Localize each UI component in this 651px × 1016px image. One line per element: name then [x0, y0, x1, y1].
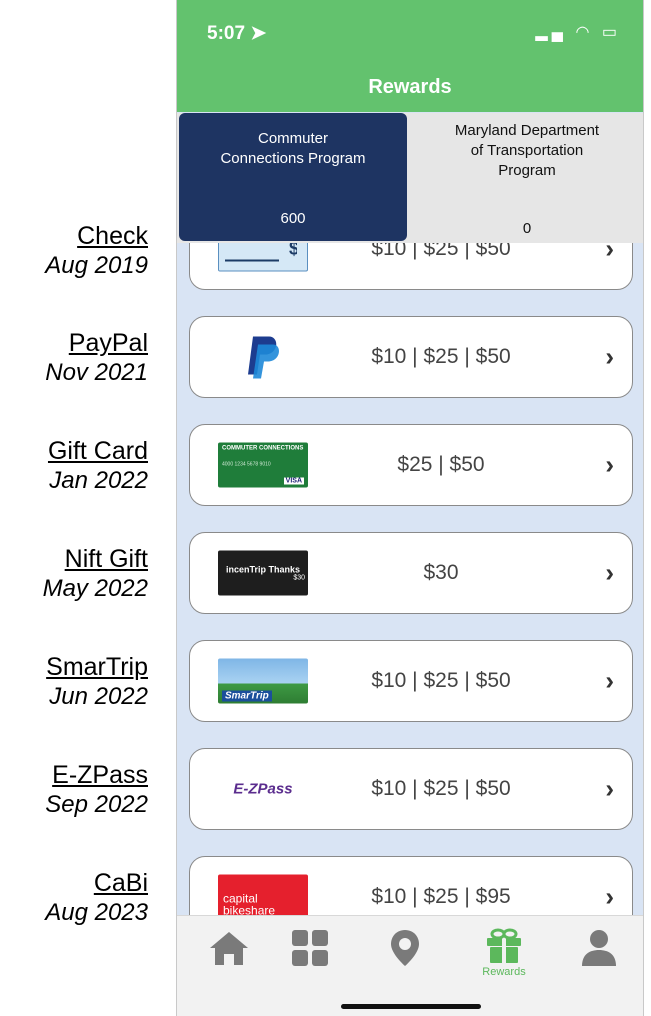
- reward-card-nift-gift[interactable]: incenTrip Thanks $30 $30 ›: [189, 532, 633, 614]
- phone-screen: 5:07 ➤ ▂▄ ◠ ▭ Rewards $ $10 | $25 | $50 …: [176, 0, 644, 1016]
- annotation-nift-gift: Nift Gift May 2022: [43, 544, 148, 604]
- status-time: 5:07 ➤: [207, 22, 266, 45]
- annotation-name[interactable]: PayPal: [45, 328, 148, 358]
- smartrip-card-text: SmarTrip: [222, 690, 272, 702]
- capital-bikeshare-icon: capital bikeshare: [218, 874, 308, 920]
- annotation-date: Jun 2022: [49, 683, 148, 710]
- gift-card-number: 4000 1234 5678 9010: [222, 461, 271, 468]
- chevron-right-icon[interactable]: ›: [605, 450, 614, 481]
- annotation-smartrip: SmarTrip Jun 2022: [46, 652, 148, 712]
- tab-label: Maryland Department of Transportation Pr…: [454, 122, 600, 179]
- annotation-name[interactable]: Gift Card: [48, 436, 148, 466]
- home-indicator[interactable]: [341, 1004, 481, 1009]
- reward-card-gift-card[interactable]: COMMUTER CONNECTIONS 4000 1234 5678 9010…: [189, 424, 633, 506]
- annotation-date: Aug 2019: [45, 252, 148, 279]
- annotation-date: Aug 2023: [45, 899, 148, 926]
- annotation-name[interactable]: SmarTrip: [46, 652, 148, 682]
- program-tabs: Commuter Connections Program 600 Marylan…: [177, 113, 643, 243]
- smartrip-icon: SmarTrip: [218, 658, 308, 704]
- reward-amounts: $25 | $50: [397, 453, 485, 476]
- annotation-ezpass: E-ZPass Sep 2022: [45, 760, 148, 820]
- status-bar: 5:07 ➤ ▂▄ ◠ ▭: [177, 0, 643, 70]
- chevron-right-icon[interactable]: ›: [605, 774, 614, 805]
- ezpass-logo-text: E-ZPass: [233, 780, 293, 798]
- annotation-paypal: PayPal Nov 2021: [45, 328, 148, 388]
- chevron-right-icon[interactable]: ›: [605, 342, 614, 373]
- tab-commuter-connections[interactable]: Commuter Connections Program 600: [179, 113, 407, 241]
- battery-icon: ▭: [601, 24, 621, 41]
- bikeshare-logo-text: capital bikeshare: [223, 891, 276, 918]
- reward-card-ezpass[interactable]: E-ZPass $10 | $25 | $50 ›: [189, 748, 633, 830]
- home-icon: [210, 932, 248, 965]
- page-title: Rewards: [368, 76, 452, 98]
- gift-icon: [487, 928, 521, 963]
- annotation-gift-card: Gift Card Jan 2022: [48, 436, 148, 496]
- chevron-right-icon[interactable]: ›: [605, 666, 614, 697]
- gift-card-text: COMMUTER CONNECTIONS: [222, 445, 304, 452]
- annotation-date: May 2022: [42, 575, 148, 602]
- dashboard-icon: [292, 930, 328, 966]
- chevron-right-icon[interactable]: ›: [605, 882, 614, 913]
- annotation-name[interactable]: Nift Gift: [43, 544, 148, 574]
- visa-icon: VISA: [283, 477, 304, 485]
- reward-amounts: $30: [423, 561, 459, 584]
- wifi-icon: ◠: [575, 24, 594, 41]
- reward-amounts: $10 | $25 | $50: [371, 777, 511, 800]
- annotation-name[interactable]: E-ZPass: [45, 760, 148, 790]
- signal-icon: ▂▄: [535, 24, 567, 41]
- nift-card-text: incenTrip Thanks: [225, 564, 301, 575]
- tab-rewards-label: Rewards: [482, 966, 526, 978]
- status-time-text: 5:07: [207, 23, 246, 44]
- nift-card-value: $30: [293, 574, 305, 582]
- reward-card-smartrip[interactable]: SmarTrip $10 | $25 | $50 ›: [189, 640, 633, 722]
- annotation-date: Nov 2021: [45, 359, 148, 386]
- tab-map[interactable]: [375, 928, 435, 968]
- gift-card-icon: COMMUTER CONNECTIONS 4000 1234 5678 9010…: [218, 442, 308, 488]
- tab-profile[interactable]: [569, 928, 629, 968]
- paypal-icon: [218, 335, 308, 380]
- annotation-name[interactable]: Check: [45, 221, 148, 251]
- reward-amounts: $10 | $25 | $50: [371, 669, 511, 692]
- status-icons: ▂▄ ◠ ▭: [535, 22, 621, 42]
- annotation-date: Sep 2022: [45, 791, 148, 818]
- person-icon: [582, 930, 616, 966]
- annotation-check: Check Aug 2019: [45, 221, 148, 281]
- ezpass-icon: E-ZPass: [218, 767, 308, 812]
- annotation-name[interactable]: CaBi: [45, 868, 148, 898]
- annotation-cabi: CaBi Aug 2023: [45, 868, 148, 928]
- reward-card-paypal[interactable]: $10 | $25 | $50 ›: [189, 316, 633, 398]
- tab-maryland-dot[interactable]: Maryland Department of Transportation Pr…: [409, 113, 643, 243]
- reward-amounts: $10 | $25 | $50: [371, 345, 511, 368]
- tab-dashboard[interactable]: [280, 928, 340, 968]
- annotation-date: Jan 2022: [49, 467, 148, 494]
- tab-rewards[interactable]: Rewards: [474, 928, 534, 978]
- nav-header: Rewards: [177, 62, 643, 112]
- chevron-right-icon[interactable]: ›: [605, 558, 614, 589]
- tab-points: 0: [522, 220, 532, 237]
- paypal-logo: [248, 336, 279, 379]
- location-arrow-icon: ➤: [250, 23, 267, 44]
- nift-icon: incenTrip Thanks $30: [218, 550, 308, 596]
- location-pin-icon: [391, 930, 419, 966]
- tab-points: 600: [280, 210, 306, 227]
- tab-label: Commuter Connections Program: [220, 130, 366, 167]
- tab-home[interactable]: [199, 928, 259, 968]
- bottom-tab-bar: Rewards: [177, 915, 643, 1016]
